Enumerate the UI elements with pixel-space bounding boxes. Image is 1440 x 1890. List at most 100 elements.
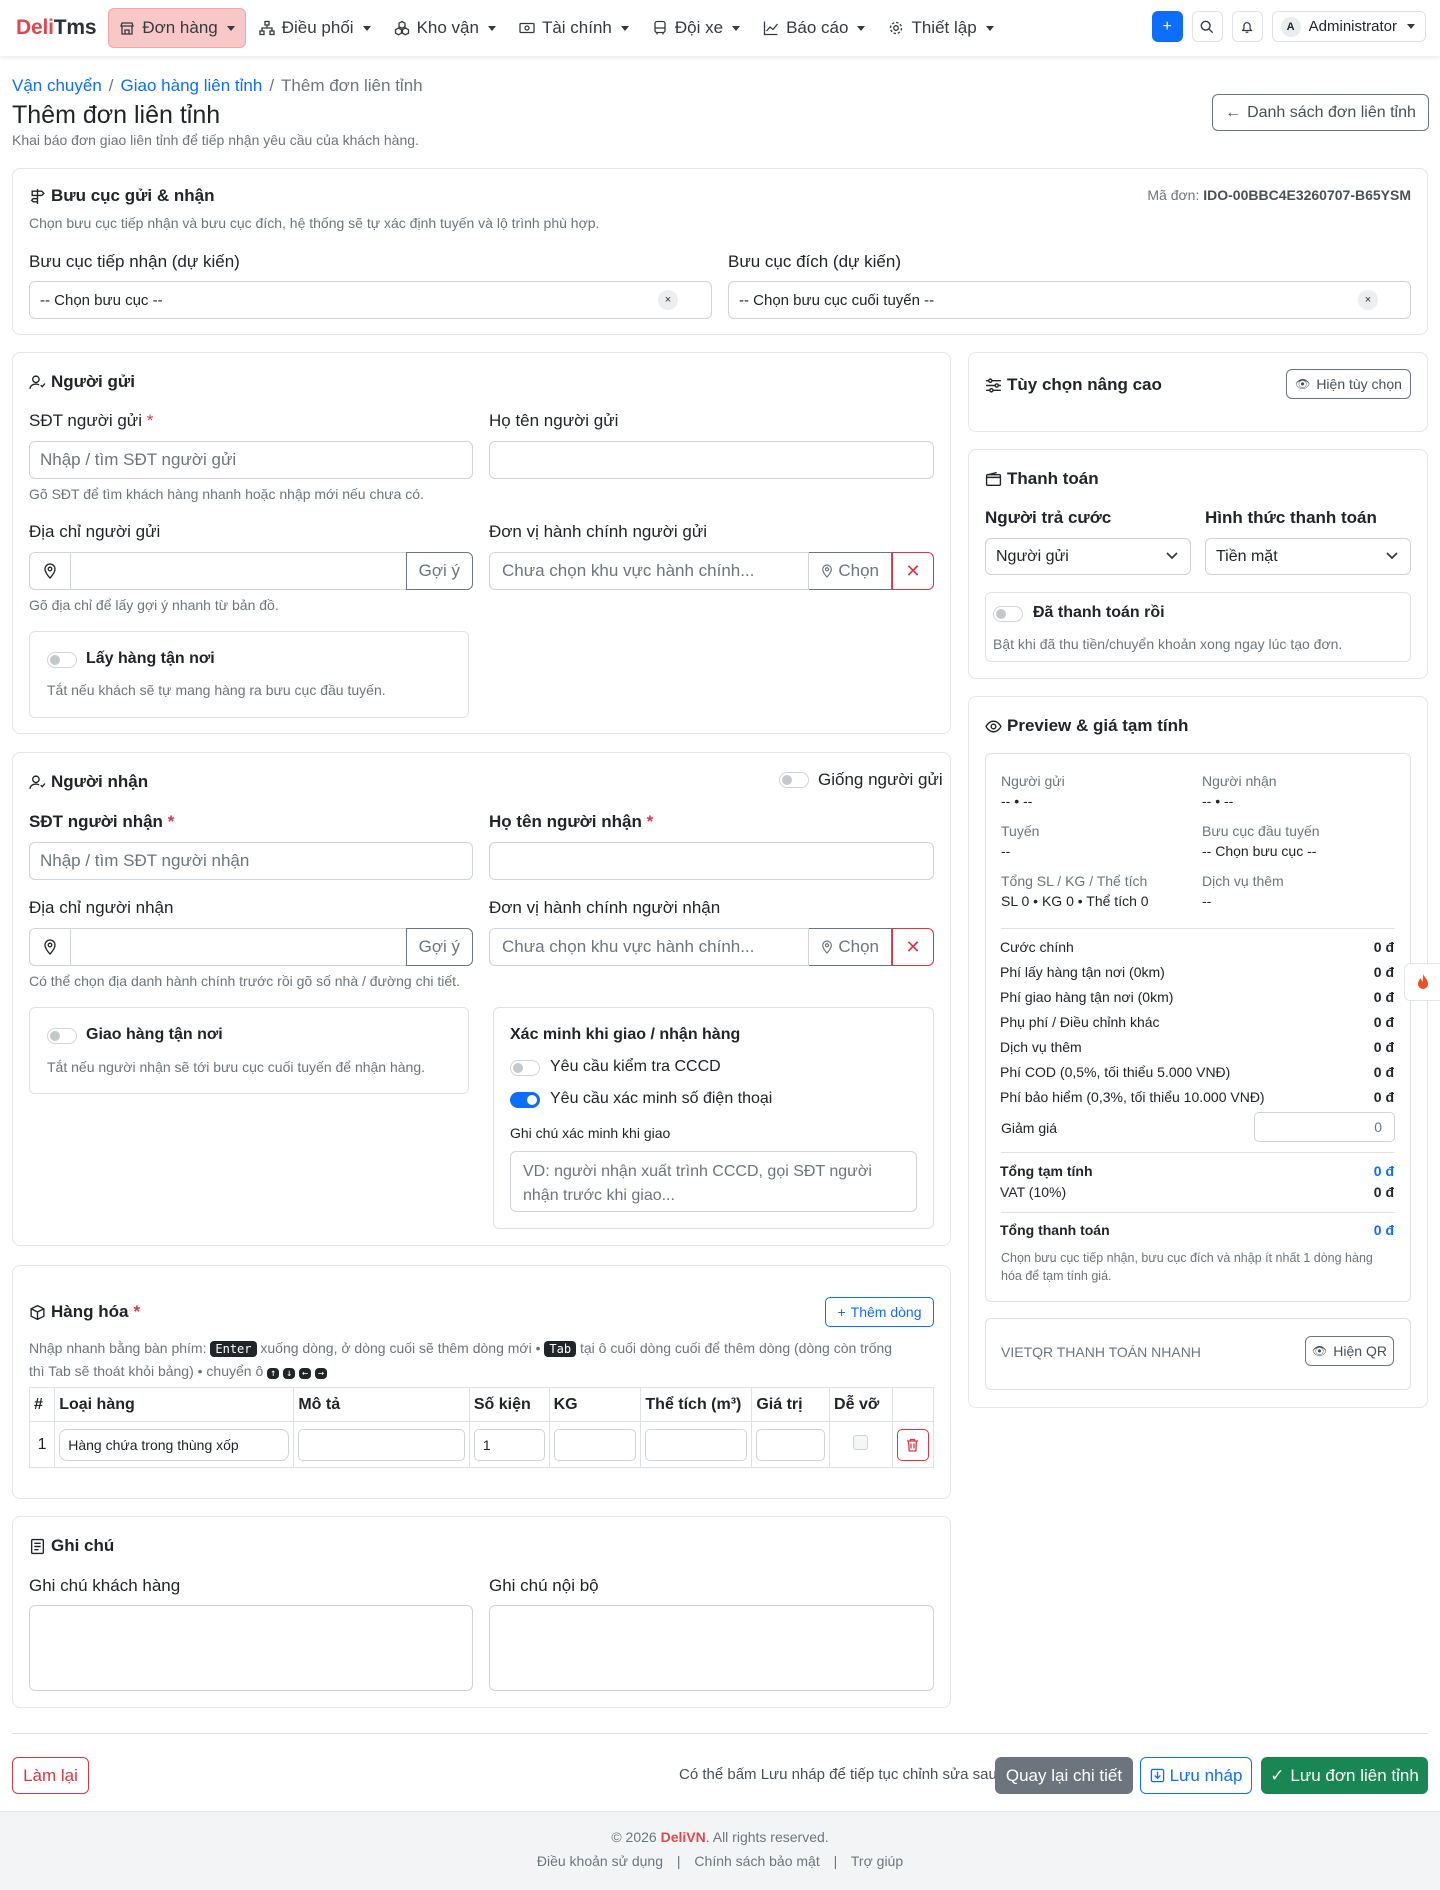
breadcrumb-giao-hang[interactable]: Giao hàng liên tỉnh	[121, 76, 263, 95]
top-navbar: DeliTms Đơn hàng Điều phối Kho vận Tài c…	[0, 0, 1440, 56]
method-select[interactable]: Tiền mặt	[1205, 538, 1411, 575]
terms-link[interactable]: Điều khoản sử dụng	[537, 1853, 663, 1869]
breadcrumb: Vận chuyển / Giao hàng liên tỉnh / Thêm đơn …	[12, 76, 423, 95]
pv-extra-label: Dịch vụ thêm	[1202, 873, 1284, 889]
sender-admin-choose-button[interactable]: Chọn	[809, 552, 892, 590]
clear-dest-icon[interactable]: ×	[1358, 290, 1378, 310]
pickup-toggle[interactable]	[47, 652, 77, 668]
show-advanced-button[interactable]: 👁 Hiện tùy chọn	[1286, 369, 1411, 399]
receiver-title: Người nhận	[29, 772, 148, 792]
back-to-list-button[interactable]: ← Danh sách đơn liên tỉnh	[1212, 94, 1429, 131]
eye-icon: 👁	[1312, 1344, 1328, 1358]
goods-volume-input[interactable]	[645, 1428, 748, 1461]
sender-phone-label: SĐT người gửi *	[29, 411, 154, 430]
receiver-name-input[interactable]	[489, 842, 934, 880]
sender-admin-clear-button[interactable]: ✕	[892, 552, 934, 590]
col-volume: Thể tích (m³)	[640, 1387, 753, 1422]
payer-label: Người trả cước	[985, 508, 1112, 527]
wallet-icon	[985, 471, 1002, 486]
show-qr-button[interactable]: 👁 Hiện QR	[1305, 1336, 1394, 1366]
goods-value-input[interactable]	[756, 1428, 826, 1461]
delete-row-button[interactable]	[896, 1428, 929, 1461]
delivery-title: Giao hàng tận nơi	[86, 1026, 223, 1043]
payer-select[interactable]: Người gửi	[985, 538, 1191, 575]
add-row-button[interactable]: + Thêm dòng	[825, 1297, 934, 1327]
back-to-detail-button[interactable]: Quay lại chi tiết	[995, 1757, 1133, 1794]
reset-button[interactable]: Làm lại	[12, 1757, 89, 1794]
verify-cccd-toggle[interactable]	[510, 1060, 540, 1076]
internal-note-textarea[interactable]	[489, 1605, 934, 1691]
save-order-button[interactable]: ✓ Lưu đơn liên tỉnh	[1261, 1757, 1428, 1794]
save-draft-button[interactable]: Lưu nháp	[1140, 1757, 1252, 1794]
method-label: Hình thức thanh toán	[1205, 508, 1377, 527]
receiver-admin-input[interactable]: Chưa chọn khu vực hành chính...	[489, 928, 810, 966]
search-icon	[1200, 20, 1214, 33]
pv-route-value: --	[1001, 843, 1011, 859]
receiver-admin-clear-button[interactable]: ✕	[892, 928, 934, 966]
menu-kho-van[interactable]: Kho vận	[384, 8, 506, 48]
check-icon: ✓	[1270, 1765, 1285, 1785]
menu-doi-xe[interactable]: Đội xe	[642, 8, 750, 48]
sender-name-input[interactable]	[489, 441, 934, 479]
customer-note-textarea[interactable]	[29, 1605, 473, 1691]
quick-add-button[interactable]: +	[1151, 11, 1183, 42]
paid-toggle[interactable]	[993, 606, 1023, 622]
quick-panel-tab[interactable]	[1404, 963, 1440, 1001]
fragile-checkbox[interactable]	[853, 1434, 869, 1450]
subtotal-row: Tổng tạm tính 0 đ	[1000, 1163, 1394, 1179]
discount-input[interactable]: 0	[1254, 1112, 1395, 1142]
receiver-address-label: Địa chỉ người nhận	[29, 898, 174, 917]
delivery-toggle[interactable]	[47, 1028, 77, 1044]
menu-bao-cao[interactable]: Báo cáo	[753, 8, 875, 48]
sender-suggest-button[interactable]: Gợi ý	[405, 552, 473, 590]
sender-admin-input[interactable]: Chưa chọn khu vực hành chính...	[489, 552, 810, 590]
clear-origin-icon[interactable]: ×	[658, 290, 678, 310]
origin-office-select[interactable]: -- Chọn bưu cục --	[29, 281, 712, 319]
paid-title: Đã thanh toán rồi	[1033, 604, 1165, 621]
notes-title: Ghi chú	[29, 1536, 114, 1556]
goods-qty-input[interactable]: 1	[473, 1428, 545, 1461]
sender-title: Người gửi	[29, 372, 135, 392]
goods-title: Hàng hóa *	[29, 1302, 140, 1322]
breadcrumb-van-chuyen[interactable]: Vận chuyển	[12, 76, 102, 95]
pv-sender-label: Người gửi	[1001, 773, 1065, 789]
trash-icon	[907, 1438, 919, 1452]
verify-phone-toggle[interactable]	[510, 1092, 540, 1108]
goods-desc-input[interactable]	[298, 1428, 465, 1461]
receiver-address-group: Gợi ý	[29, 928, 473, 966]
col-fragile: Dễ vỡ	[829, 1387, 893, 1422]
receiver-admin-choose-button[interactable]: Chọn	[809, 928, 892, 966]
dest-office-label: Bưu cục đích (dự kiến)	[728, 252, 901, 271]
privacy-link[interactable]: Chính sách bảo mật	[694, 1853, 819, 1869]
signpost-icon	[30, 188, 45, 204]
dest-office-select[interactable]: -- Chọn bưu cục cuối tuyến --	[728, 281, 1411, 319]
help-link[interactable]: Trợ giúp	[851, 1853, 903, 1869]
goods-table: # Loại hàng Mô tả Số kiện KG Thể tích (m…	[28, 1387, 935, 1468]
user-menu[interactable]: A Administrator	[1271, 11, 1426, 42]
menu-tai-chinh[interactable]: Tài chính	[509, 8, 639, 48]
brand-logo[interactable]: DeliTms	[16, 16, 97, 40]
journal-icon	[30, 1538, 45, 1554]
col-actions	[891, 1387, 935, 1422]
table-row: 1 Hàng chứa trong thùng xốp 1	[28, 1421, 935, 1468]
search-button[interactable]	[1191, 11, 1223, 42]
menu-dieu-phoi[interactable]: Điều phối	[249, 8, 381, 48]
sitemap-icon	[259, 20, 275, 36]
pv-receiver-value: -- • --	[1202, 793, 1234, 809]
sender-address-input[interactable]	[71, 552, 406, 590]
receiver-phone-input[interactable]: Nhập / tìm SĐT người nhận	[29, 842, 473, 880]
grand-total-row: Tổng thanh toán 0 đ	[1000, 1222, 1394, 1238]
menu-don-hang[interactable]: Đơn hàng	[108, 8, 246, 48]
sender-phone-input[interactable]: Nhập / tìm SĐT người gửi	[29, 441, 473, 479]
verify-note-textarea[interactable]: VD: người nhận xuất trình CCCD, gọi SĐT …	[510, 1151, 917, 1212]
pickup-title: Lấy hàng tận nơi	[86, 650, 215, 667]
receiver-suggest-button[interactable]: Gợi ý	[405, 928, 473, 966]
receiver-address-input[interactable]	[71, 928, 406, 966]
fire-icon	[1417, 974, 1428, 989]
goods-kg-input[interactable]	[553, 1428, 637, 1461]
menu-thiet-lap[interactable]: Thiết lập	[878, 8, 1003, 48]
goods-type-select[interactable]: Hàng chứa trong thùng xốp	[59, 1428, 290, 1461]
notification-button[interactable]	[1231, 11, 1263, 42]
same-as-sender-toggle[interactable]	[779, 772, 809, 788]
vietqr-label: VIETQR THANH TOÁN NHANH	[1001, 1344, 1201, 1360]
